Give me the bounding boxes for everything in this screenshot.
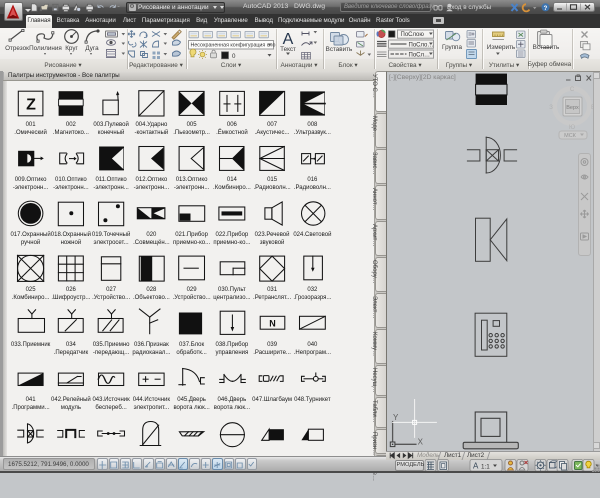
svg-text:МСК: МСК — [564, 133, 577, 139]
svg-text:1:1: 1:1 — [481, 463, 490, 470]
svg-text:З: З — [549, 105, 553, 111]
svg-text:С: С — [570, 87, 575, 93]
svg-text:А: А — [473, 462, 479, 471]
svg-text:0: 0 — [232, 53, 236, 60]
svg-text:Ю: Ю — [569, 125, 575, 131]
svg-text:?: ? — [544, 6, 548, 12]
svg-text:Несохраненная конфигурация сло: Несохраненная конфигурация сло — [191, 43, 276, 49]
svg-text:Верх: Верх — [566, 105, 579, 111]
svg-text:ПоСл…: ПоСл… — [409, 52, 430, 58]
svg-text:ПоСлою: ПоСлою — [401, 32, 425, 38]
